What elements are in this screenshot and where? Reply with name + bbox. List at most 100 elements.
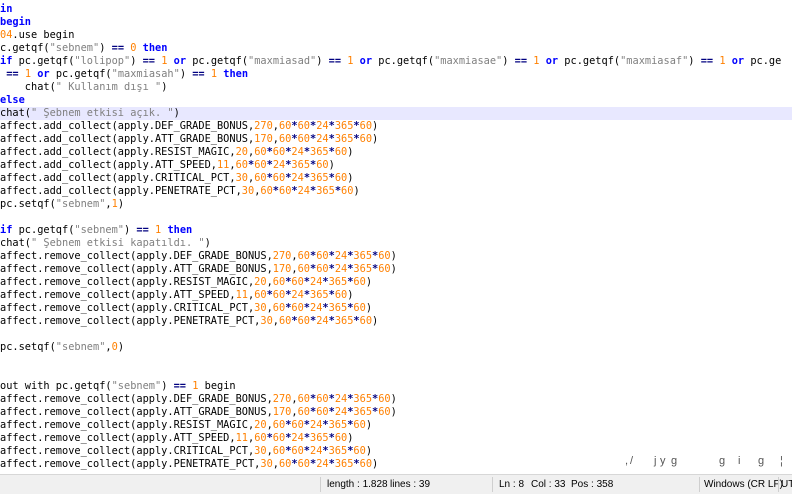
code-token: 20	[235, 146, 248, 158]
code-line[interactable]: 04.use begin	[0, 29, 792, 42]
code-line[interactable]: affect.remove_collect(apply.RESIST_MAGIC…	[0, 276, 792, 289]
code-token: 60	[334, 432, 348, 444]
code-token: 365	[328, 445, 348, 457]
code-token: ==	[514, 55, 528, 67]
ghost-glyph: j	[654, 455, 657, 467]
code-token: 24	[291, 289, 304, 301]
code-line[interactable]	[0, 328, 792, 341]
code-token: "sebnem"	[55, 198, 106, 210]
code-token: 60	[291, 445, 304, 457]
code-token: 60	[272, 146, 286, 158]
code-line[interactable]	[0, 367, 792, 380]
faded-background-text: , / j y g g i g ¦	[600, 455, 792, 470]
code-token: 365	[310, 172, 329, 184]
code-token: )	[99, 42, 112, 54]
code-token: 60	[272, 432, 286, 444]
code-token: ==	[6, 68, 19, 80]
code-line[interactable]: if pc.getqf("lolipop") == 1 or pc.getqf(…	[0, 55, 792, 68]
code-token: then	[223, 68, 249, 80]
code-token: 365	[310, 146, 329, 158]
code-line[interactable]: affect.add_collect(apply.ATT_SPEED,11,60…	[0, 159, 792, 172]
code-line[interactable]: pc.setqf("sebnem",1)	[0, 198, 792, 211]
status-line-number: Ln : 8	[499, 479, 525, 490]
code-token: " Kullanım dışı "	[55, 81, 162, 93]
code-line[interactable]: pc.setqf("sebnem",0)	[0, 341, 792, 354]
code-line[interactable]: affect.remove_collect(apply.RESIST_MAGIC…	[0, 419, 792, 432]
code-token: 60	[254, 289, 267, 301]
status-bar: length : 1.828 lines : 39 Ln : 8 Col : 3…	[0, 474, 792, 494]
code-token: 60	[279, 185, 292, 197]
code-line[interactable]: affect.remove_collect(apply.DEF_GRADE_BO…	[0, 250, 792, 263]
code-line[interactable]: affect.remove_collect(apply.DEF_GRADE_BO…	[0, 393, 792, 406]
code-token: begin	[198, 380, 236, 392]
code-token: 11	[235, 289, 248, 301]
code-token: ==	[111, 42, 125, 54]
code-token: 24	[316, 133, 329, 145]
code-token: or	[731, 55, 745, 67]
code-line[interactable]: affect.remove_collect(apply.ATT_GRADE_BO…	[0, 263, 792, 276]
code-token: c.getqf(	[0, 42, 50, 54]
code-line[interactable]: affect.add_collect(apply.ATT_GRADE_BONUS…	[0, 133, 792, 146]
code-token: affect.remove_collect(apply.DEF_GRADE_BO…	[0, 393, 273, 405]
code-token: 365	[334, 133, 354, 145]
code-line[interactable]: affect.remove_collect(apply.ATT_GRADE_BO…	[0, 406, 792, 419]
code-token: 04	[0, 29, 13, 41]
ghost-glyph: y	[660, 455, 666, 467]
code-token: )	[179, 68, 193, 80]
code-token: "sebnem"	[74, 224, 125, 236]
code-token: 30	[254, 302, 267, 314]
code-line[interactable]: affect.remove_collect(apply.PENETRATE_PC…	[0, 315, 792, 328]
code-line[interactable]: if pc.getqf("sebnem") == 1 then	[0, 224, 792, 237]
code-editor[interactable]: in begin 04.use begin c.getqf("sebnem") == …	[0, 0, 792, 470]
code-line[interactable]	[0, 354, 792, 367]
code-token: 24	[291, 146, 304, 158]
code-token: ==	[192, 68, 205, 80]
status-eol-format[interactable]: Windows (CR LF)	[704, 479, 783, 490]
code-line[interactable]: affect.add_collect(apply.RESIST_MAGIC,20…	[0, 146, 792, 159]
code-token: )	[347, 172, 354, 184]
code-token: 60	[272, 302, 286, 314]
code-token: )	[173, 107, 180, 119]
code-token: pc.getqf(	[12, 55, 75, 67]
code-token: 60	[291, 302, 304, 314]
code-line[interactable]: affect.remove_collect(apply.ATT_SPEED,11…	[0, 289, 792, 302]
code-line[interactable]: in	[0, 3, 792, 16]
code-token: 60	[254, 172, 267, 184]
code-token: if	[0, 55, 13, 67]
code-token: chat(	[0, 237, 31, 249]
code-token: pc.setqf(	[0, 341, 56, 353]
code-line[interactable]: chat(" Şebnem etkisi açık. ")	[0, 107, 792, 120]
code-token: .use begin	[12, 29, 75, 41]
code-token: 60	[316, 263, 329, 275]
code-line[interactable]: out with pc.getqf("sebnem") == 1 begin	[0, 380, 792, 393]
code-token: 60	[291, 276, 304, 288]
code-token: 365	[334, 315, 354, 327]
code-line[interactable]	[0, 211, 792, 224]
code-token: 60	[297, 133, 310, 145]
code-token: or	[359, 55, 373, 67]
code-line[interactable]: affect.remove_collect(apply.ATT_SPEED,11…	[0, 432, 792, 445]
code-line[interactable]: affect.add_collect(apply.PENETRATE_PCT,3…	[0, 185, 792, 198]
status-encoding[interactable]: UTF-8	[781, 479, 792, 490]
code-line[interactable]: chat(" Kullanım dışı ")	[0, 81, 792, 94]
code-token: 365	[334, 458, 354, 470]
code-token: 24	[297, 185, 311, 197]
code-token: 365	[310, 289, 329, 301]
code-line[interactable]: affect.add_collect(apply.DEF_GRADE_BONUS…	[0, 120, 792, 133]
code-token: chat(	[0, 81, 56, 93]
code-line[interactable]: c.getqf("sebnem") == 0 then	[0, 42, 792, 55]
code-token: 170	[254, 133, 273, 145]
code-token: 60	[378, 406, 391, 418]
code-token: 365	[291, 159, 311, 171]
code-token: affect.remove_collect(apply.RESIST_MAGIC…	[0, 276, 255, 288]
code-line[interactable]: chat(" Şebnem etkisi kapatıldı. ")	[0, 237, 792, 250]
code-token: "maxmiasah"	[111, 68, 180, 80]
code-token: affect.add_collect(apply.ATT_SPEED,	[0, 159, 217, 171]
code-line[interactable]: affect.add_collect(apply.CRITICAL_PCT,30…	[0, 172, 792, 185]
code-token: 60	[297, 250, 310, 262]
code-line[interactable]: affect.remove_collect(apply.CRITICAL_PCT…	[0, 302, 792, 315]
code-line[interactable]: begin	[0, 16, 792, 29]
code-token: 60	[316, 159, 329, 171]
code-line[interactable]: else	[0, 94, 792, 107]
code-line[interactable]: == 1 or pc.getqf("maxmiasah") == 1 then	[0, 68, 792, 81]
